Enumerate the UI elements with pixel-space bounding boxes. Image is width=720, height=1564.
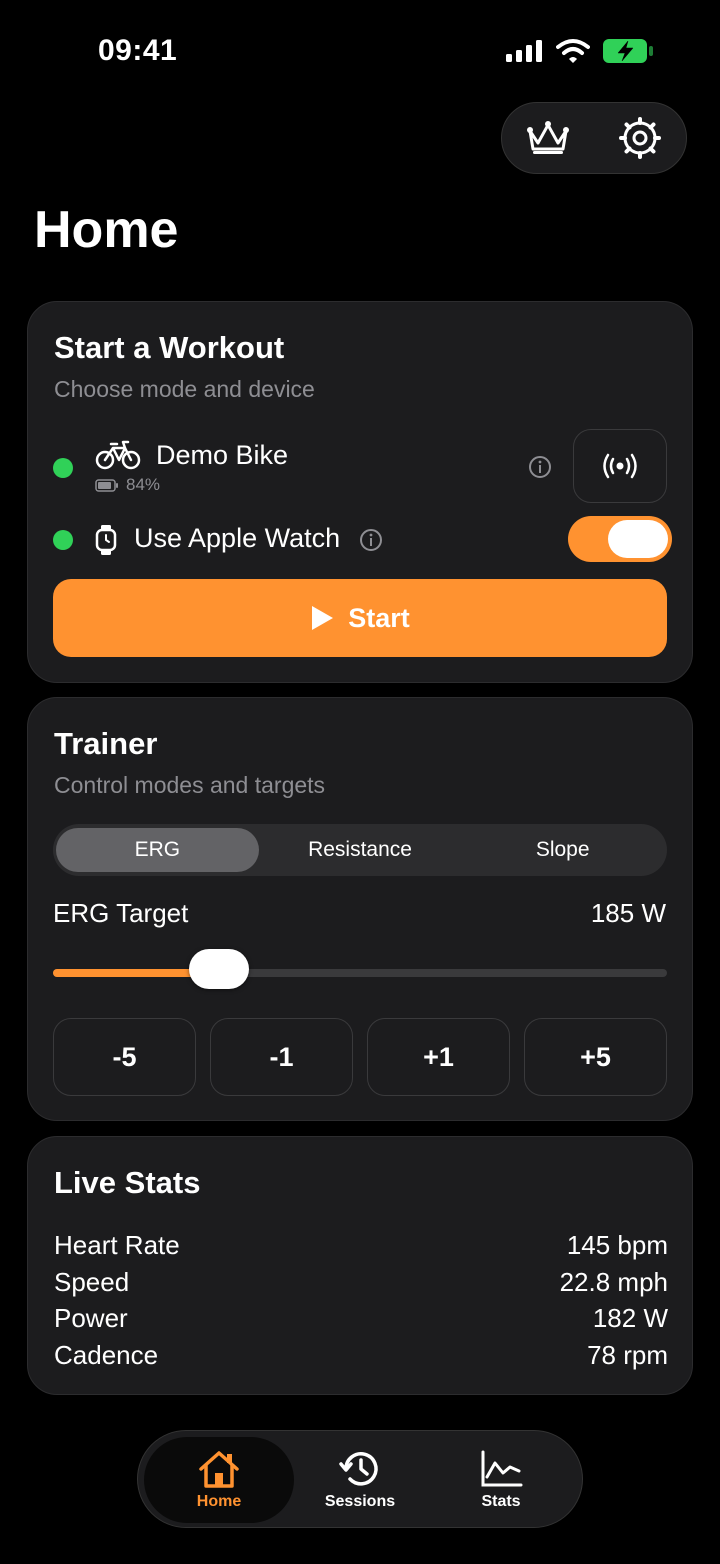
- stat-row-heart-rate: Heart Rate 145 bpm: [54, 1230, 668, 1261]
- erg-target-slider[interactable]: [53, 949, 667, 989]
- tab-label: Stats: [481, 1493, 521, 1510]
- device-name: Demo Bike: [156, 440, 289, 470]
- increase-1-button[interactable]: +1: [367, 1018, 510, 1096]
- trainer-card: Trainer Control modes and targets ERG Re…: [27, 697, 693, 1121]
- house-icon: [199, 1451, 239, 1488]
- trainer-card-subtitle: Control modes and targets: [54, 772, 326, 798]
- stat-value: 22.8 mph: [559, 1267, 668, 1297]
- slider-knob[interactable]: [188, 949, 249, 989]
- stat-label: Cadence: [54, 1340, 159, 1370]
- status-bar: 09:41: [0, 0, 720, 100]
- chart-icon: [481, 1450, 523, 1487]
- device-battery: 84%: [126, 475, 161, 494]
- mode-segmented-control: ERG Resistance Slope: [53, 824, 667, 876]
- watch-label: Use Apple Watch: [134, 523, 341, 553]
- apple-watch-toggle[interactable]: [568, 516, 672, 562]
- stat-label: Speed: [54, 1267, 130, 1297]
- mode-slope[interactable]: Slope: [461, 828, 664, 872]
- tab-label: Sessions: [324, 1493, 396, 1510]
- status-time: 09:41: [98, 34, 178, 67]
- wifi-icon: [556, 39, 590, 63]
- page-title: Home: [34, 201, 179, 259]
- tab-bar: Home Sessions Stats: [137, 1430, 583, 1528]
- live-stats-title: Live Stats: [54, 1165, 201, 1200]
- step-buttons: -5 -1 +1 +5: [53, 1018, 667, 1096]
- status-icons: [506, 38, 654, 64]
- apple-watch-icon: [95, 525, 117, 555]
- stat-value: 78 rpm: [587, 1340, 668, 1370]
- stat-value: 182 W: [592, 1303, 668, 1333]
- settings-button[interactable]: [610, 108, 670, 168]
- stat-label: Heart Rate: [54, 1230, 180, 1260]
- trainer-card-title: Trainer: [54, 726, 158, 761]
- decrease-1-button[interactable]: -1: [210, 1018, 353, 1096]
- workout-card-title: Start a Workout: [54, 330, 285, 365]
- gear-icon: [619, 117, 661, 159]
- battery-icon: [95, 479, 118, 492]
- start-label: Start: [348, 602, 410, 633]
- tab-stats[interactable]: Stats: [426, 1437, 576, 1523]
- increase-5-button[interactable]: +5: [524, 1018, 667, 1096]
- stat-value: 145 bpm: [566, 1230, 668, 1260]
- play-icon: [312, 606, 334, 630]
- erg-target-label: ERG Target: [53, 898, 189, 928]
- erg-target-value: 185 W: [590, 898, 666, 928]
- watch-status-dot: [53, 530, 73, 550]
- device-status-dot: [53, 458, 73, 478]
- tab-sessions[interactable]: Sessions: [285, 1437, 435, 1523]
- mode-resistance[interactable]: Resistance: [259, 828, 462, 872]
- battery-charging-icon: [603, 39, 653, 63]
- watch-info-icon[interactable]: [359, 528, 383, 552]
- start-button[interactable]: Start: [53, 579, 667, 657]
- crown-icon: [527, 121, 569, 154]
- workout-card-subtitle: Choose mode and device: [54, 376, 315, 402]
- cellular-signal-icon: [506, 40, 542, 62]
- top-actions: [501, 102, 687, 174]
- toggle-knob: [608, 520, 668, 558]
- tab-home[interactable]: Home: [144, 1437, 294, 1523]
- device-info-icon[interactable]: [528, 455, 552, 479]
- tab-label: Home: [196, 1493, 242, 1510]
- bicycle-icon: [95, 440, 141, 470]
- live-stats-card: Live Stats Heart Rate 145 bpm Speed 22.8…: [27, 1136, 693, 1395]
- history-icon: [339, 1452, 378, 1486]
- stat-label: Power: [54, 1303, 128, 1333]
- decrease-5-button[interactable]: -5: [53, 1018, 196, 1096]
- stat-row-power: Power 182 W: [54, 1303, 668, 1334]
- stat-row-speed: Speed 22.8 mph: [54, 1267, 668, 1298]
- premium-button[interactable]: [518, 108, 578, 168]
- broadcast-icon: [603, 453, 637, 479]
- mode-erg[interactable]: ERG: [56, 828, 259, 872]
- stat-row-cadence: Cadence 78 rpm: [54, 1340, 668, 1371]
- workout-card: Start a Workout Choose mode and device D…: [27, 301, 693, 683]
- connect-device-button[interactable]: [573, 429, 667, 503]
